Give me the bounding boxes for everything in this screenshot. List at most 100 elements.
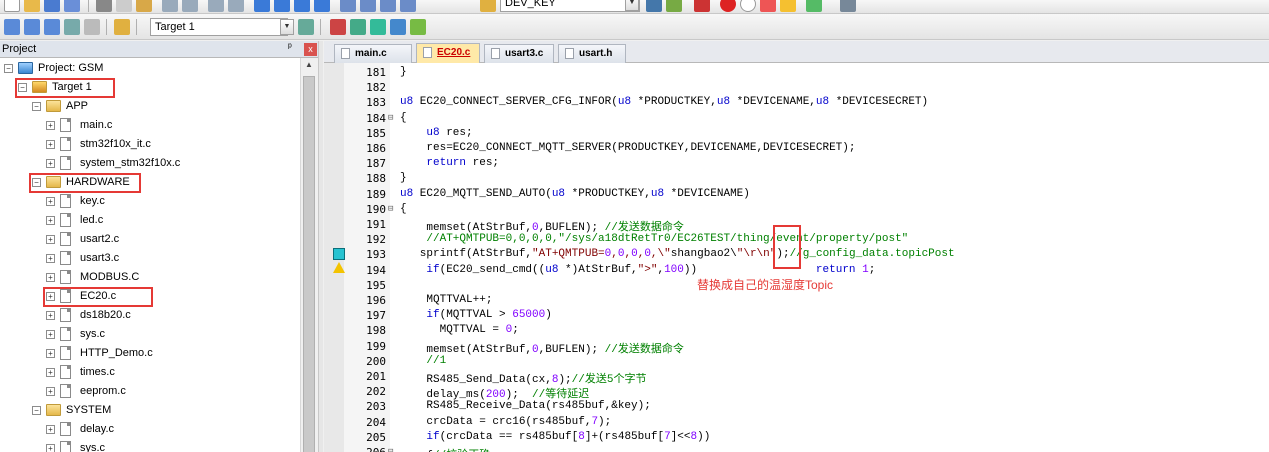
find-in-files-icon[interactable] <box>480 0 496 12</box>
close-icon[interactable]: x <box>304 43 317 56</box>
code-line[interactable]: MQTTVAL = 0; <box>400 324 519 336</box>
unindent-icon[interactable] <box>360 0 376 12</box>
code-line[interactable]: if(EC20_send_cmd((u8 *)AtStrBuf,">",100)… <box>400 264 875 276</box>
code-line[interactable]: RS485_Receive_Data(rs485buf,&key); <box>400 400 650 412</box>
tree-item[interactable]: + sys.c <box>0 440 300 452</box>
pin-icon[interactable]: ᵖ <box>288 42 292 53</box>
tree-item[interactable]: + key.c <box>0 193 300 211</box>
expand-icon[interactable]: + <box>46 216 55 225</box>
copy-icon[interactable] <box>116 0 132 12</box>
download-icon[interactable] <box>114 19 130 35</box>
comment-icon[interactable] <box>380 0 396 12</box>
undo-icon[interactable] <box>162 0 178 12</box>
code-line[interactable]: memset(AtStrBuf,0,BUFLEN); //发送数据命令 <box>400 218 683 234</box>
code-line[interactable]: memset(AtStrBuf,0,BUFLEN); //发送数据命令 <box>400 340 683 356</box>
fold-icon[interactable]: ⊟ <box>388 204 399 223</box>
fold-icon[interactable]: ⊟ <box>388 113 399 132</box>
tree-item[interactable]: − Project: GSM <box>0 60 300 78</box>
indent-icon[interactable] <box>340 0 356 12</box>
clear-all-breakpoints-icon[interactable] <box>780 0 796 12</box>
code-line[interactable]: } <box>400 66 407 78</box>
code-line[interactable]: if(crcData == rs485buf[8]+(rs485buf[7]<<… <box>400 431 710 443</box>
expand-icon[interactable]: + <box>46 311 55 320</box>
expand-icon[interactable]: + <box>46 425 55 434</box>
collapse-icon[interactable]: − <box>4 64 13 73</box>
new-file-icon[interactable] <box>4 0 20 12</box>
code-line[interactable]: res=EC20_CONNECT_MQTT_SERVER(PRODUCTKEY,… <box>400 142 855 154</box>
expand-icon[interactable]: + <box>46 368 55 377</box>
tree-item[interactable]: + ds18b20.c <box>0 307 300 325</box>
window-layout-icon[interactable] <box>806 0 822 12</box>
code-line[interactable]: delay_ms(200); //等待延迟 <box>400 385 589 401</box>
manage-components-icon[interactable] <box>350 19 366 35</box>
breakpoint-icon[interactable] <box>720 0 736 12</box>
expand-icon[interactable]: + <box>46 387 55 396</box>
tab-usart-h[interactable]: usart.h <box>558 44 626 63</box>
stop-build-icon[interactable] <box>84 19 100 35</box>
code-line[interactable]: sprintf(AtStrBuf,"AT+QMTPUB=0,0,0,0,\"sh… <box>400 248 955 260</box>
incremental-find-icon[interactable] <box>666 0 682 12</box>
code-line[interactable]: } <box>400 172 407 184</box>
chevron-down-icon[interactable]: ▼ <box>280 19 294 35</box>
expand-icon[interactable]: + <box>46 349 55 358</box>
runtime-env-icon[interactable] <box>410 19 426 35</box>
expand-icon[interactable]: + <box>46 444 55 452</box>
scroll-up-icon[interactable]: ▲ <box>303 60 315 72</box>
code-line[interactable]: {//校验正确 <box>400 446 490 452</box>
vertical-scrollbar[interactable]: ▲ <box>300 58 317 452</box>
find-icon[interactable] <box>646 0 662 12</box>
pack-installer-icon[interactable] <box>370 19 386 35</box>
bookmark-icon[interactable] <box>254 0 270 12</box>
expand-icon[interactable]: + <box>46 254 55 263</box>
translate-icon[interactable] <box>4 19 20 35</box>
cut-icon[interactable] <box>96 0 112 12</box>
paste-icon[interactable] <box>136 0 152 12</box>
build-icon[interactable] <box>24 19 40 35</box>
batch-build-icon[interactable] <box>64 19 80 35</box>
scrollbar-thumb[interactable] <box>303 76 315 452</box>
panel-splitter[interactable] <box>318 41 323 452</box>
tree-item[interactable]: + usart3.c <box>0 250 300 268</box>
expand-icon[interactable]: + <box>46 197 55 206</box>
tree-item[interactable]: + MODBUS.C <box>0 269 300 287</box>
nav-back-icon[interactable] <box>208 0 224 12</box>
find-select[interactable]: DEV_KEY <box>500 0 640 12</box>
collapse-icon[interactable]: − <box>32 102 41 111</box>
code-line[interactable]: { <box>400 203 407 215</box>
tab-EC20-c[interactable]: EC20.c <box>416 43 480 63</box>
save-icon[interactable] <box>44 0 60 12</box>
code-line[interactable]: if(MQTTVAL > 65000) <box>400 309 551 321</box>
code-line[interactable]: u8 EC20_CONNECT_SERVER_CFG_INFOR(u8 *PRO… <box>400 96 928 108</box>
code-line[interactable]: RS485_Send_Data(cx,8);//发送5个字节 <box>400 370 646 386</box>
tree-item[interactable]: + HTTP_Demo.c <box>0 345 300 363</box>
expand-icon[interactable]: + <box>46 159 55 168</box>
expand-icon[interactable]: + <box>46 235 55 244</box>
target-options-icon[interactable] <box>298 19 314 35</box>
bookmark-icon[interactable] <box>333 248 345 260</box>
tree-item[interactable]: + main.c <box>0 117 300 135</box>
rebuild-icon[interactable] <box>44 19 60 35</box>
tree-item[interactable]: + times.c <box>0 364 300 382</box>
code-line[interactable]: u8 EC20_MQTT_SEND_AUTO(u8 *PRODUCTKEY,u8… <box>400 188 750 200</box>
redo-icon[interactable] <box>182 0 198 12</box>
tab-usart3-c[interactable]: usart3.c <box>484 44 554 63</box>
code-line[interactable]: //AT+QMTPUB=0,0,0,0,"/sys/a18dtRetTr0/EC… <box>400 233 908 245</box>
prev-bookmark-icon[interactable] <box>274 0 290 12</box>
save-all-icon[interactable] <box>64 0 80 12</box>
tree-item[interactable]: + eeprom.c <box>0 383 300 401</box>
disable-breakpoint-icon[interactable] <box>740 0 756 12</box>
tree-item[interactable]: − SYSTEM <box>0 402 300 420</box>
tree-item[interactable]: + led.c <box>0 212 300 230</box>
collapse-icon[interactable]: − <box>32 406 41 415</box>
file-extensions-icon[interactable] <box>330 19 346 35</box>
kill-breakpoints-icon[interactable] <box>760 0 776 12</box>
code-line[interactable]: { <box>400 112 407 124</box>
next-bookmark-icon[interactable] <box>294 0 310 12</box>
code-line[interactable]: MQTTVAL++; <box>400 294 492 306</box>
tree-item[interactable]: + system_stm32f10x.c <box>0 155 300 173</box>
select-packs-icon[interactable] <box>390 19 406 35</box>
configure-icon[interactable] <box>840 0 856 12</box>
tree-item[interactable]: + sys.c <box>0 326 300 344</box>
expand-icon[interactable]: + <box>46 140 55 149</box>
expand-icon[interactable]: + <box>46 330 55 339</box>
